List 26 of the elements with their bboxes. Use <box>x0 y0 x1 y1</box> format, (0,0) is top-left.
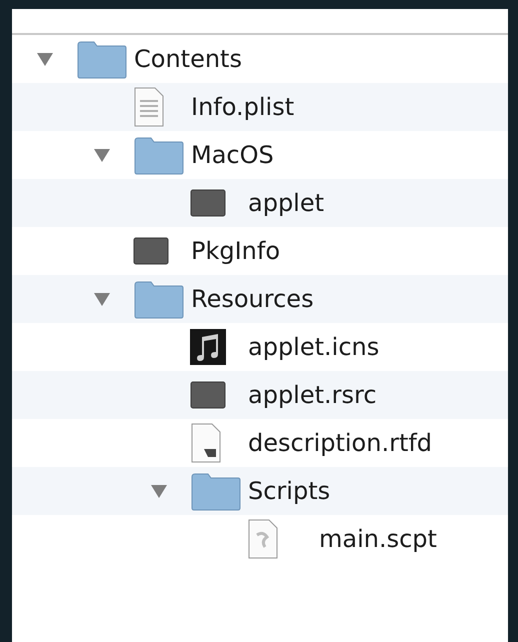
file-name[interactable]: PkgInfo <box>191 237 280 265</box>
file-name[interactable]: applet <box>248 189 324 217</box>
disclosure-triangle[interactable] <box>36 51 54 67</box>
file-name[interactable]: applet.icns <box>248 333 380 361</box>
file-name[interactable]: MacOS <box>191 141 274 169</box>
folder-icon <box>76 39 128 79</box>
script-document-icon <box>247 519 279 559</box>
file-name[interactable]: applet.rsrc <box>248 381 377 409</box>
folder-icon <box>133 279 185 319</box>
disclosure-triangle[interactable] <box>93 291 111 307</box>
folder-icon <box>190 471 242 511</box>
binary-file-icon <box>190 380 226 410</box>
disclosure-triangle[interactable] <box>150 483 168 499</box>
file-name[interactable]: description.rtfd <box>248 429 432 457</box>
document-icon <box>133 87 165 127</box>
music-note-icon <box>190 329 226 365</box>
document-icon <box>190 423 222 463</box>
file-name[interactable]: main.scpt <box>319 525 437 553</box>
file-name[interactable]: Scripts <box>248 477 330 505</box>
file-name[interactable]: Resources <box>191 285 314 313</box>
file-name[interactable]: Contents <box>134 45 242 73</box>
file-name[interactable]: Info.plist <box>191 93 294 121</box>
binary-file-icon <box>133 236 169 266</box>
disclosure-triangle[interactable] <box>93 147 111 163</box>
binary-file-icon <box>190 188 226 218</box>
folder-icon <box>133 135 185 175</box>
